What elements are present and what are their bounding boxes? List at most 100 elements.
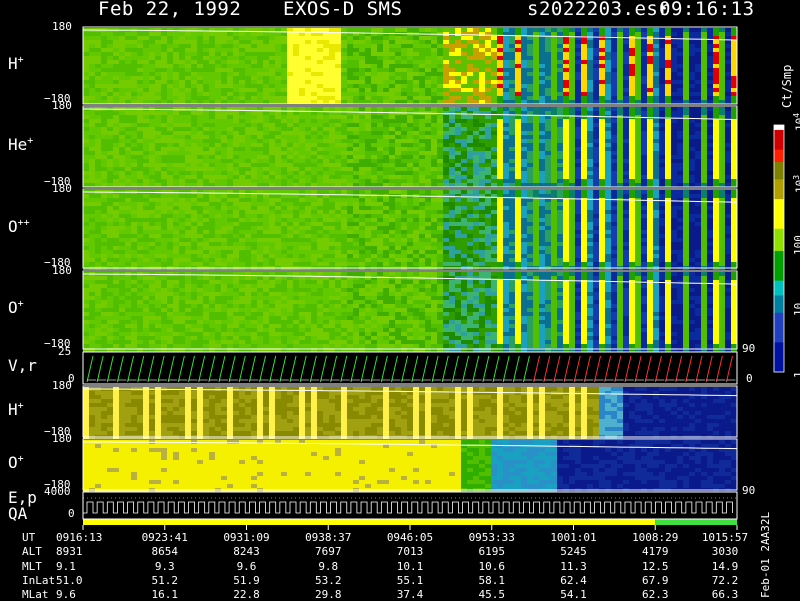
spectrogram-cell [263, 68, 269, 72]
spectrogram-cell [299, 163, 305, 167]
spectrogram-cell [707, 107, 713, 111]
spectrogram-cell [263, 84, 269, 88]
spectrogram-cell [299, 230, 305, 234]
spectrogram-cell [425, 167, 431, 171]
spectrogram-cell [641, 76, 647, 80]
spectrogram-cell [659, 84, 665, 88]
spectrogram-cell [653, 147, 659, 151]
spectrogram-cell [701, 84, 707, 88]
spectrogram-cell [401, 183, 407, 187]
spectrogram-cell [197, 198, 203, 202]
spectrogram-cell [449, 88, 455, 92]
spectrogram-cell [701, 123, 707, 127]
spectrogram-cell [323, 155, 329, 159]
spectrogram-cell [479, 123, 485, 127]
spectrogram-cell [653, 163, 659, 167]
spectrogram-cell [89, 32, 95, 36]
spectrogram-cell [335, 44, 341, 48]
spectrogram-cell [629, 88, 635, 92]
spectrogram-cell [719, 32, 725, 36]
spectrogram-cell [593, 64, 599, 68]
spectrogram-cell [245, 80, 251, 84]
spectrogram-cell [173, 44, 179, 48]
spectrogram-cell [161, 40, 167, 44]
spectrogram-cell [407, 76, 413, 80]
spectrogram-cell [611, 107, 617, 111]
spectrogram-cell [359, 56, 365, 60]
spectrogram-cell [407, 48, 413, 52]
spectrogram-cell [401, 115, 407, 119]
spectrogram-cell [209, 198, 215, 202]
spectrogram-cell [365, 84, 371, 88]
spectrogram-cell [233, 68, 239, 72]
spectrogram-cell [641, 88, 647, 92]
spectrogram-cell [491, 84, 497, 88]
spectrogram-cell [365, 56, 371, 60]
spectrogram-cell [575, 72, 581, 76]
spectrogram-cell [155, 100, 161, 104]
spectrogram-cell [305, 139, 311, 143]
spectrogram-cell [407, 80, 413, 84]
spectrogram-cell [155, 60, 161, 64]
spectrogram-cell [413, 48, 419, 52]
spectrogram-cell [221, 40, 227, 44]
spectrogram-cell [227, 143, 233, 147]
spectrogram-cell [83, 202, 89, 206]
spectrogram-cell [155, 238, 161, 242]
spectrogram-cell [467, 28, 473, 32]
spectrogram-cell [251, 96, 257, 100]
spectrogram-cell [605, 183, 611, 187]
spectrogram-cell [245, 238, 251, 242]
spectrogram-cell [269, 167, 275, 171]
spectrogram-cell [89, 230, 95, 234]
spectrogram-cell [89, 64, 95, 68]
spectrogram-cell [671, 88, 677, 92]
spectrogram-cell [593, 56, 599, 60]
spectrogram-cell [149, 159, 155, 163]
spectrogram-cell [215, 167, 221, 171]
spectrogram-cell [293, 64, 299, 68]
spectrogram-cell [287, 254, 293, 258]
spectrogram-cell [515, 44, 521, 48]
spectrogram-cell [383, 159, 389, 163]
spectrogram-cell [461, 179, 467, 183]
spectrogram-cell [287, 151, 293, 155]
spectrogram-cell [599, 119, 605, 123]
spectrogram-cell [131, 258, 137, 262]
spectrogram-cell [539, 68, 545, 72]
spectrogram-cell [185, 48, 191, 52]
spectrogram-cell [125, 250, 131, 254]
spectrogram-cell [497, 119, 503, 123]
spectrogram-cell [611, 119, 617, 123]
spectrogram-cell [173, 111, 179, 115]
spectrogram-cell [107, 250, 113, 254]
spectrogram-cell [581, 68, 587, 72]
spectrogram-cell [215, 52, 221, 56]
spectrogram-cell [233, 32, 239, 36]
spectrogram-cell [137, 84, 143, 88]
spectrogram-cell [659, 52, 665, 56]
spectrogram-cell [611, 88, 617, 92]
spectrogram-cell [605, 139, 611, 143]
spectrogram-cell [497, 139, 503, 143]
spectrogram-cell [281, 131, 287, 135]
spectrogram-cell [731, 72, 737, 76]
spectrogram-cell [581, 44, 587, 48]
spectrogram-cell [185, 119, 191, 123]
spectrogram-cell [341, 80, 347, 84]
spectrogram-cell [95, 147, 101, 151]
spectrogram-cell [275, 194, 281, 198]
spectrogram-cell [665, 151, 671, 155]
spectrogram-cell [641, 151, 647, 155]
spectrogram-cell [443, 76, 449, 80]
spectrogram-cell [341, 56, 347, 60]
spectrogram-cell [605, 68, 611, 72]
spectrogram-cell [377, 135, 383, 139]
spectrogram-cell [581, 115, 587, 119]
spectrogram-cell [389, 60, 395, 64]
spectrogram-cell [461, 183, 467, 187]
spectrogram-cell [191, 218, 197, 222]
spectrogram-cell [707, 92, 713, 96]
spectrogram-cell [665, 127, 671, 131]
spectrogram-cell [503, 80, 509, 84]
